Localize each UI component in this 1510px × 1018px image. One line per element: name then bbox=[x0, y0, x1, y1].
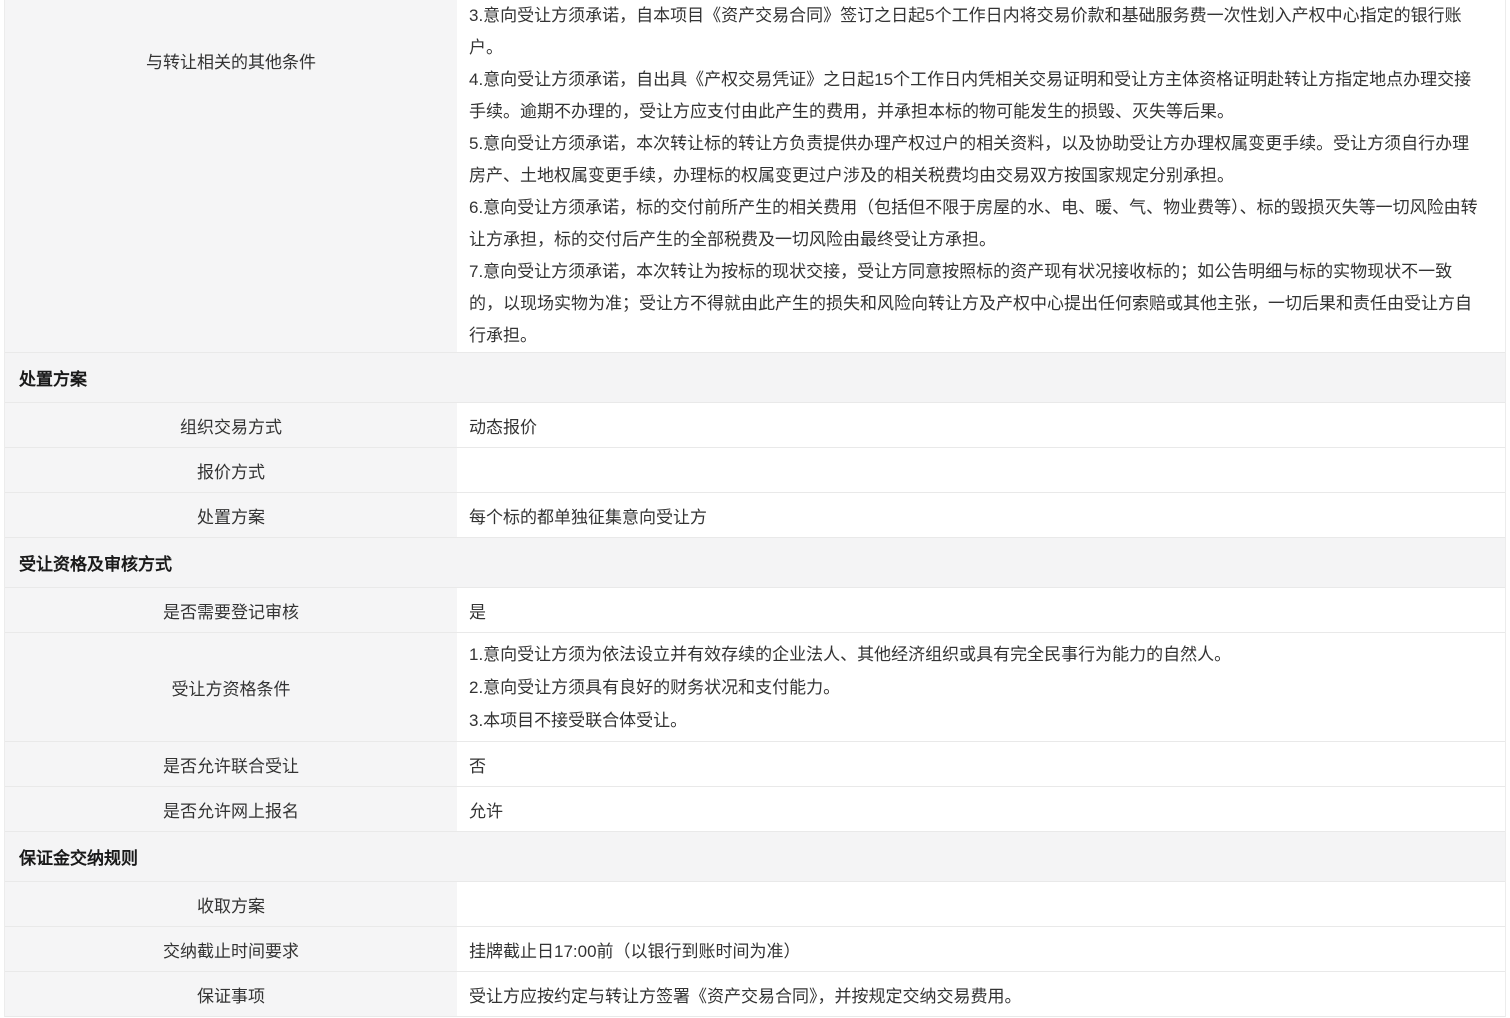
row-label: 交纳截止时间要求 bbox=[5, 927, 457, 971]
table-row-other-transfer-conditions: 与转让相关的其他条件 3.意向受让方须承诺，自本项目《资产交易合同》签订之日起5… bbox=[5, 0, 1505, 353]
qualification-paragraph: 2.意向受让方须具有良好的财务状况和支付能力。 bbox=[469, 671, 1485, 704]
row-label: 是否允许联合受让 bbox=[5, 742, 457, 786]
row-label: 收取方案 bbox=[5, 882, 457, 926]
table-row-payment-deadline: 交纳截止时间要求 挂牌截止日17:00前（以银行到账时间为准） bbox=[5, 927, 1505, 972]
row-label: 与转让相关的其他条件 bbox=[5, 0, 457, 352]
row-value bbox=[457, 882, 1505, 926]
row-value: 受让方应按约定与转让方签署《资产交易合同》，并按规定交纳交易费用。 bbox=[457, 972, 1505, 1016]
row-value: 每个标的都单独征集意向受让方 bbox=[457, 493, 1505, 537]
condition-paragraph: 5.意向受让方须承诺，本次转让标的转让方负责提供办理产权过户的相关资料，以及协助… bbox=[469, 128, 1485, 192]
listing-detail-page: 与转让相关的其他条件 3.意向受让方须承诺，自本项目《资产交易合同》签订之日起5… bbox=[0, 0, 1510, 1018]
row-value: 1.意向受让方须为依法设立并有效存续的企业法人、其他经济组织或具有完全民事行为能… bbox=[457, 633, 1505, 741]
section-header-transferee-qualification: 受让资格及审核方式 bbox=[5, 538, 1505, 588]
row-value: 挂牌截止日17:00前（以银行到账时间为准） bbox=[457, 927, 1505, 971]
row-value bbox=[457, 448, 1505, 492]
section-header-disposal-plan: 处置方案 bbox=[5, 353, 1505, 403]
condition-paragraph: 7.意向受让方须承诺，本次转让为按标的现状交接，受让方同意按照标的资产现有状况接… bbox=[469, 256, 1485, 352]
table-row-guarantee-matters: 保证事项 受让方应按约定与转让方签署《资产交易合同》，并按规定交纳交易费用。 bbox=[5, 972, 1505, 1017]
qualification-paragraph: 1.意向受让方须为依法设立并有效存续的企业法人、其他经济组织或具有完全民事行为能… bbox=[469, 638, 1485, 671]
row-value: 是 bbox=[457, 588, 1505, 632]
table-row-registration-review-required: 是否需要登记审核 是 bbox=[5, 588, 1505, 633]
qualification-paragraph: 3.本项目不接受联合体受让。 bbox=[469, 704, 1485, 737]
table-row-trade-organization-method: 组织交易方式 动态报价 bbox=[5, 403, 1505, 448]
section-header-deposit-payment-rules: 保证金交纳规则 bbox=[5, 832, 1505, 882]
row-label: 受让方资格条件 bbox=[5, 633, 457, 741]
row-label: 是否允许网上报名 bbox=[5, 787, 457, 831]
row-label: 处置方案 bbox=[5, 493, 457, 537]
row-label: 报价方式 bbox=[5, 448, 457, 492]
row-label: 组织交易方式 bbox=[5, 403, 457, 447]
table-row-disposal-plan: 处置方案 每个标的都单独征集意向受让方 bbox=[5, 493, 1505, 538]
table-row-joint-transfer-allowed: 是否允许联合受让 否 bbox=[5, 742, 1505, 787]
row-value: 否 bbox=[457, 742, 1505, 786]
listing-detail-table: 与转让相关的其他条件 3.意向受让方须承诺，自本项目《资产交易合同》签订之日起5… bbox=[4, 0, 1506, 1017]
row-value: 3.意向受让方须承诺，自本项目《资产交易合同》签订之日起5个工作日内将交易价款和… bbox=[457, 0, 1505, 352]
row-value: 动态报价 bbox=[457, 403, 1505, 447]
table-row-online-registration-allowed: 是否允许网上报名 允许 bbox=[5, 787, 1505, 832]
table-row-quote-method: 报价方式 bbox=[5, 448, 1505, 493]
condition-paragraph: 6.意向受让方须承诺，标的交付前所产生的相关费用（包括但不限于房屋的水、电、暖、… bbox=[469, 192, 1485, 256]
table-row-transferee-qualification-conditions: 受让方资格条件 1.意向受让方须为依法设立并有效存续的企业法人、其他经济组织或具… bbox=[5, 633, 1505, 742]
row-label: 是否需要登记审核 bbox=[5, 588, 457, 632]
row-label: 保证事项 bbox=[5, 972, 457, 1016]
table-row-collection-plan: 收取方案 bbox=[5, 882, 1505, 927]
condition-paragraph: 3.意向受让方须承诺，自本项目《资产交易合同》签订之日起5个工作日内将交易价款和… bbox=[469, 0, 1485, 64]
row-value: 允许 bbox=[457, 787, 1505, 831]
condition-paragraph: 4.意向受让方须承诺，自出具《产权交易凭证》之日起15个工作日内凭相关交易证明和… bbox=[469, 64, 1485, 128]
